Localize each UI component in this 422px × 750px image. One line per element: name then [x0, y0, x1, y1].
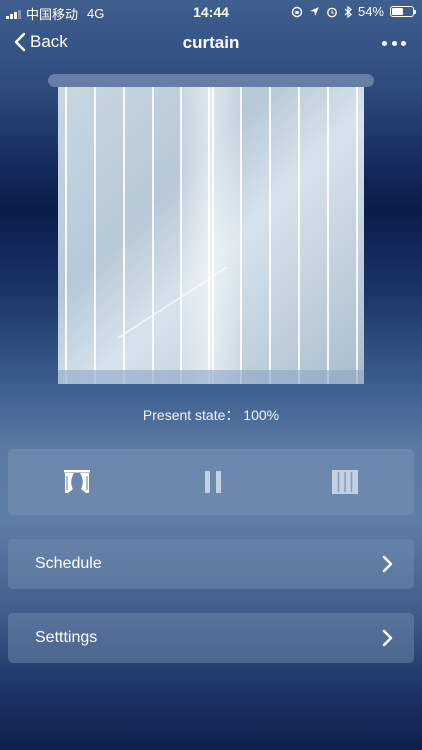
present-state-label: Present state： 100%: [142, 407, 280, 423]
curtain-image: [58, 87, 364, 384]
ellipsis-icon[interactable]: [382, 32, 406, 54]
bluetooth-icon: [344, 5, 352, 18]
rotation-lock-icon: [291, 6, 303, 17]
curtain-open-icon: [64, 470, 90, 493]
alarm-icon: [327, 7, 337, 17]
status-bar: 中国移动 4G 14:44 54%: [0, 0, 422, 24]
close-button[interactable]: [332, 468, 358, 496]
settings-row[interactable]: Setttings: [8, 613, 414, 663]
location-icon: [309, 7, 319, 16]
pause-button[interactable]: [201, 468, 225, 496]
curtain-close-icon: [332, 470, 358, 494]
settings-label: Setttings: [35, 629, 98, 646]
schedule-row[interactable]: Schedule: [8, 539, 414, 589]
open-button[interactable]: [63, 468, 91, 496]
page-title: curtain: [182, 33, 240, 52]
curtain-rail: [48, 74, 374, 87]
navigation-bar: Back curtain: [0, 24, 422, 64]
battery-icon: [390, 6, 416, 17]
control-panel: [8, 449, 414, 515]
schedule-label: Schedule: [35, 555, 102, 572]
chevron-right-icon: [382, 629, 393, 647]
chevron-right-icon: [382, 555, 393, 573]
status-right: 54%: [291, 4, 416, 19]
pause-icon: [205, 471, 221, 493]
battery-percent: 54%: [357, 4, 384, 19]
